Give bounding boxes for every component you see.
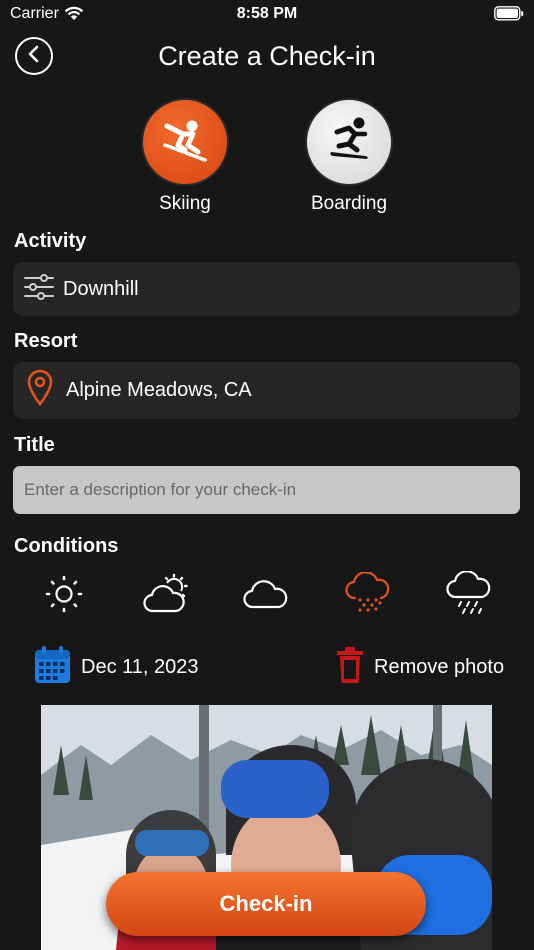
boarding-button[interactable] <box>305 98 393 186</box>
snowboarder-icon <box>321 112 377 173</box>
skier-icon <box>157 112 213 173</box>
date-picker[interactable]: Dec 11, 2023 <box>34 646 199 689</box>
sport-option-boarding[interactable]: Boarding <box>284 98 414 215</box>
sunny-icon <box>44 574 84 619</box>
trash-icon <box>336 646 364 689</box>
sliders-icon <box>24 273 54 306</box>
cloudy-icon <box>243 577 291 616</box>
title-input[interactable] <box>13 466 520 514</box>
page-title: Create a Check-in <box>158 41 376 71</box>
location-pin-icon <box>26 369 54 412</box>
conditions-heading: Conditions <box>14 535 119 557</box>
activity-value: Downhill <box>63 277 139 300</box>
resort-value: Alpine Meadows, CA <box>66 379 252 401</box>
battery-icon <box>494 6 524 26</box>
calendar-icon <box>34 646 71 689</box>
conditions-selector <box>40 569 494 622</box>
resort-field[interactable]: Alpine Meadows, CA <box>13 362 520 419</box>
date-value: Dec 11, 2023 <box>81 656 199 678</box>
resort-heading: Resort <box>14 330 78 352</box>
status-bar: Carrier 8:58 PM <box>0 0 534 30</box>
title-heading: Title <box>14 434 55 456</box>
remove-photo-button[interactable]: Remove photo <box>336 646 504 689</box>
condition-snow[interactable] <box>344 570 393 621</box>
nav-bar: Create a Check-in <box>0 34 534 80</box>
activity-heading: Activity <box>14 230 87 252</box>
remove-photo-label: Remove photo <box>374 656 505 678</box>
snow-icon <box>344 570 393 621</box>
skiing-button[interactable] <box>141 98 229 186</box>
skiing-label: Skiing <box>159 193 211 214</box>
condition-sunny[interactable] <box>40 572 88 620</box>
sport-option-skiing[interactable]: Skiing <box>120 98 250 215</box>
condition-partly-cloudy[interactable] <box>142 572 190 620</box>
partly-cloudy-icon <box>142 573 189 620</box>
condition-cloudy[interactable] <box>243 572 291 620</box>
condition-rain[interactable] <box>446 569 494 622</box>
boarding-label: Boarding <box>310 193 388 214</box>
activity-field[interactable]: Downhill <box>13 262 520 316</box>
checkin-button[interactable]: Check-in <box>106 872 426 936</box>
rain-icon <box>446 569 494 622</box>
status-time: 8:58 PM <box>236 5 298 22</box>
